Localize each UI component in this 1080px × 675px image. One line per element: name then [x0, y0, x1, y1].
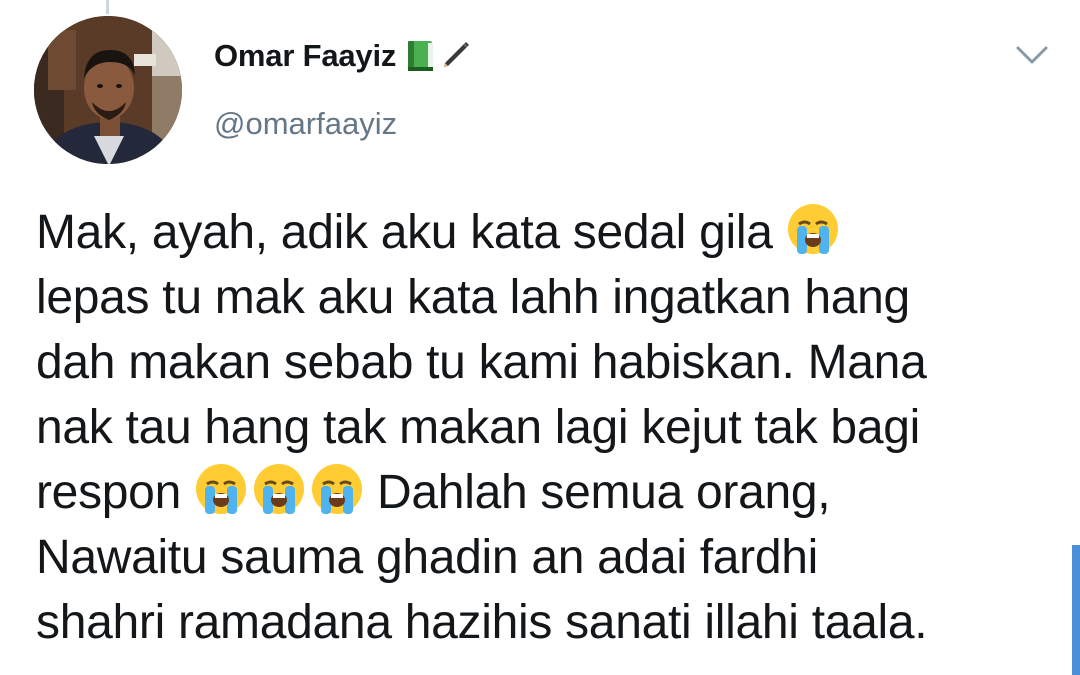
author-name[interactable]: Omar Faayiz — [214, 38, 396, 74]
pencil-icon — [444, 42, 470, 67]
loudly-crying-face-icon — [312, 464, 363, 514]
chevron-down-icon[interactable] — [1012, 40, 1052, 70]
crying-emoji-group — [194, 462, 364, 516]
author-name-row[interactable]: Omar Faayiz — [214, 38, 472, 74]
tweet-line: respon Dahlah semua orang, — [36, 460, 1046, 525]
tweet-line: lepas tu mak aku kata lahh ingatkan hang — [36, 271, 910, 324]
tweet-line-text: respon — [36, 466, 195, 519]
tweet-line: shahri ramadana hazihis sanati illahi ta… — [36, 596, 928, 649]
green-book-icon — [408, 41, 434, 71]
tweet-text: Mak, ayah, adik aku kata sedal gila lepa… — [36, 200, 1046, 655]
tweet-line-text: Mak, ayah, adik aku kata sedal gila — [36, 206, 786, 259]
loudly-crying-face-icon — [787, 204, 838, 254]
tweet-line: dah makan sebab tu kami habiskan. Mana — [36, 336, 927, 389]
tweet-line-text: Dahlah semua orang, — [364, 466, 831, 519]
tweet-line: nak tau hang tak makan lagi kejut tak ba… — [36, 401, 920, 454]
tweet-card: Omar Faayiz @omarfaayiz Mak, ayah, adik … — [0, 0, 1080, 675]
thread-line — [106, 0, 109, 14]
tweet-line: Mak, ayah, adik aku kata sedal gila — [36, 200, 1046, 265]
avatar[interactable] — [34, 16, 182, 164]
name-emojis — [406, 39, 472, 73]
avatar-image — [34, 16, 182, 164]
loudly-crying-face-icon — [196, 464, 247, 514]
scrollbar[interactable] — [1072, 545, 1080, 675]
loudly-crying-face-icon — [254, 464, 305, 514]
tweet-line: Nawaitu sauma ghadin an adai fardhi — [36, 531, 819, 584]
author-handle[interactable]: @omarfaayiz — [214, 106, 397, 142]
